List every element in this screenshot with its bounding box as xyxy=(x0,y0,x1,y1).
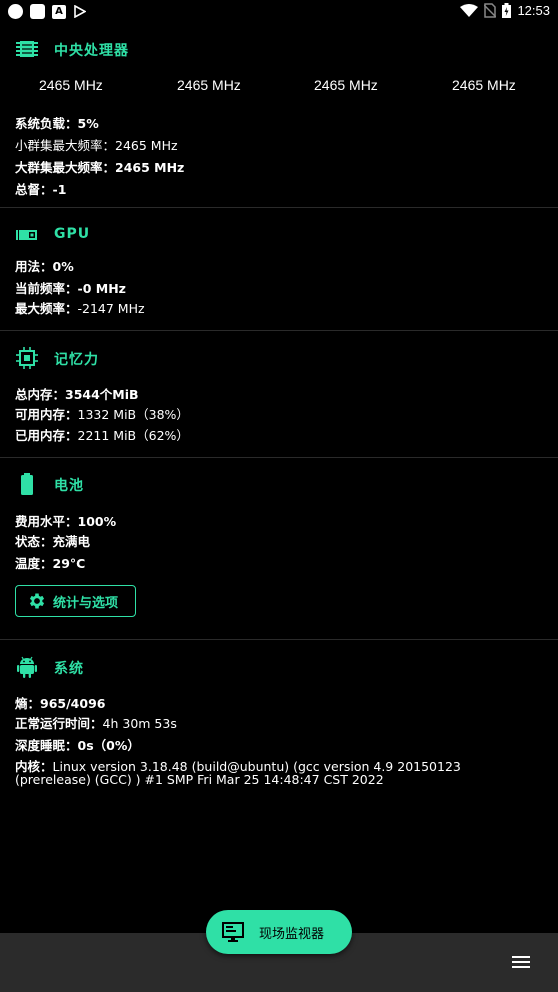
memory-available-row: 可用内存：1332 MiB（38%） xyxy=(15,404,189,423)
wifi-icon xyxy=(460,3,479,17)
no-sim-icon xyxy=(484,3,497,18)
battery-level-value: 100% xyxy=(77,514,117,529)
cpu-title: 中央处理器 xyxy=(54,43,129,59)
memory-available-value: 1332 MiB（38%） xyxy=(77,407,189,422)
live-monitor-label: 现场监视器 xyxy=(259,926,325,942)
memory-total-row: 总内存：3544个MiB xyxy=(15,384,139,403)
battery-status-value: 充满电 xyxy=(52,534,91,549)
big-cluster-value: 2465 MHz xyxy=(115,160,185,175)
live-monitor-button[interactable]: 现场监视器 xyxy=(206,910,352,954)
divider xyxy=(0,457,558,458)
gpu-current-freq-row: 当前频率：-0 MHz xyxy=(15,278,126,297)
governor-label: 总督： xyxy=(15,182,53,197)
monitor-icon xyxy=(222,922,244,942)
big-cluster-label: 大群集最大频率： xyxy=(15,160,116,175)
memory-used-value: 2211 MiB（62%） xyxy=(77,428,189,443)
cpu-core-freq: 2465 MHz xyxy=(39,77,103,93)
entropy-row: 熵：965/4096 xyxy=(15,693,105,712)
system-title: 系统 xyxy=(54,661,84,677)
battery-temp-label: 温度： xyxy=(15,556,53,571)
battery-level-label: 费用水平： xyxy=(15,514,78,529)
battery-temp-value: 29°C xyxy=(52,556,86,571)
stats-options-label: 统计与选项 xyxy=(53,595,119,611)
kernel-row-continued: (prerelease) (GCC) ) #1 SMP Fri Mar 25 1… xyxy=(15,772,384,787)
battery-status-label: 状态： xyxy=(15,534,53,549)
notification-app-icon xyxy=(30,4,45,19)
cpu-chip-icon xyxy=(16,41,38,57)
memory-total-value: 3544个MiB xyxy=(65,387,139,402)
little-cluster-label: 小群集最大频率： xyxy=(15,138,116,153)
uptime-value: 4h 30m 53s xyxy=(102,716,177,731)
memory-available-label: 可用内存： xyxy=(15,407,78,422)
divider xyxy=(0,207,558,208)
gpu-max-freq-value: -2147 MHz xyxy=(77,301,145,316)
gpu-card-icon xyxy=(16,230,37,240)
cpu-core-freq: 2465 MHz xyxy=(452,77,516,93)
notification-a-icon: A xyxy=(52,4,66,19)
gpu-usage-value: 0% xyxy=(52,259,74,274)
battery-icon xyxy=(21,473,33,495)
little-cluster-value: 2465 MHz xyxy=(115,138,178,153)
battery-status-icon xyxy=(502,3,512,18)
divider xyxy=(0,330,558,331)
gpu-max-freq-label: 最大频率： xyxy=(15,301,78,316)
battery-title: 电池 xyxy=(54,478,84,494)
play-store-icon xyxy=(73,5,87,19)
memory-title: 记忆力 xyxy=(54,352,99,368)
memory-total-label: 总内存： xyxy=(15,387,66,402)
memory-chip-icon xyxy=(16,347,38,369)
governor-value: -1 xyxy=(52,182,67,197)
gpu-title: GPU xyxy=(54,226,91,242)
clock: 12:53 xyxy=(517,3,550,18)
deep-sleep-label: 深度睡眠： xyxy=(15,738,78,753)
little-cluster-row: 小群集最大频率：2465 MHz xyxy=(15,135,178,154)
cpu-load-label: 系统负载： xyxy=(15,116,78,131)
gpu-usage-label: 用法： xyxy=(15,259,53,274)
notification-dot-icon xyxy=(8,4,23,19)
governor-row: 总督：-1 xyxy=(15,179,66,198)
big-cluster-row: 大群集最大频率：2465 MHz xyxy=(15,157,184,176)
cpu-load-row: 系统负载：5% xyxy=(15,113,99,132)
entropy-value: 965/4096 xyxy=(40,696,106,711)
battery-status-row: 状态：充满电 xyxy=(15,531,90,550)
battery-temp-row: 温度：29°C xyxy=(15,553,85,572)
cpu-core-freq: 2465 MHz xyxy=(314,77,378,93)
divider xyxy=(0,639,558,640)
memory-used-row: 已用内存：2211 MiB（62%） xyxy=(15,425,189,444)
android-icon xyxy=(17,656,37,678)
battery-level-row: 费用水平：100% xyxy=(15,511,116,530)
deep-sleep-value: 0s（0%） xyxy=(77,738,140,753)
cpu-load-value: 5% xyxy=(77,116,99,131)
uptime-label: 正常运行时间： xyxy=(15,716,103,731)
cpu-core-freq: 2465 MHz xyxy=(177,77,241,93)
deep-sleep-row: 深度睡眠：0s（0%） xyxy=(15,735,140,754)
gpu-current-freq-value: -0 MHz xyxy=(77,281,126,296)
gear-icon xyxy=(29,593,45,609)
kernel-value-continued: (prerelease) (GCC) ) #1 SMP Fri Mar 25 1… xyxy=(15,772,384,787)
status-bar: A 12:53 xyxy=(0,0,558,24)
stats-options-button[interactable]: 统计与选项 xyxy=(15,585,136,617)
menu-icon[interactable] xyxy=(512,955,530,969)
entropy-label: 熵： xyxy=(15,696,41,711)
gpu-usage-row: 用法：0% xyxy=(15,256,74,275)
memory-used-label: 已用内存： xyxy=(15,428,78,443)
gpu-max-freq-row: 最大频率：-2147 MHz xyxy=(15,298,145,317)
gpu-current-freq-label: 当前频率： xyxy=(15,281,78,296)
uptime-row: 正常运行时间：4h 30m 53s xyxy=(15,713,177,732)
